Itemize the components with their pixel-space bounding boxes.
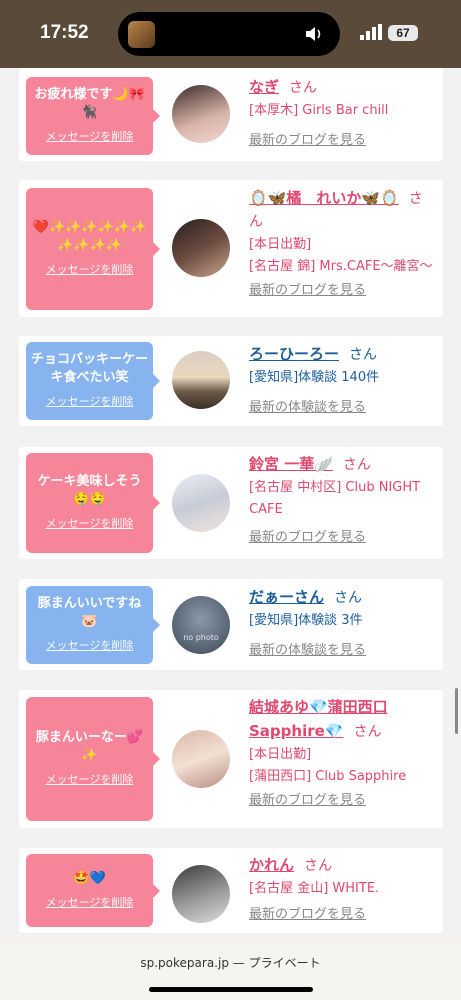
user-name[interactable]: ろーひーろー xyxy=(249,345,339,363)
list-item: チョコバッキーケーキ食べたい笑 メッセージを削除 ろーひーろー さん [愛知県]体… xyxy=(19,336,443,426)
review-count: [愛知県]体験談 3件 xyxy=(249,613,363,628)
avatar[interactable]: no photo xyxy=(172,596,230,654)
message-text: チョコバッキーケーキ食べたい笑 xyxy=(30,352,148,385)
signal-icon xyxy=(360,24,382,40)
no-photo-label: no photo xyxy=(183,633,219,642)
latest-blog-link[interactable]: 最新のブログを見る xyxy=(249,130,435,152)
message-bubble: 🤩💙 メッセージを削除 xyxy=(26,854,160,927)
honorific: さん xyxy=(342,457,371,473)
avatar[interactable] xyxy=(172,730,230,788)
latest-blog-link[interactable]: 最新のブログを見る xyxy=(249,280,435,302)
shop-info: [名古屋 錦] Mrs.CAFE～離宮～ xyxy=(249,259,433,274)
delete-message-link[interactable]: メッセージを削除 xyxy=(46,515,134,533)
delete-message-link[interactable]: メッセージを削除 xyxy=(46,894,134,912)
shop-info: [名古屋 中村区] Club NIGHT CAFE xyxy=(249,480,421,517)
volume-icon xyxy=(306,27,321,41)
latest-review-link[interactable]: 最新の体験談を見る xyxy=(249,640,435,662)
message-text: 豚まんいーなー💕✨ xyxy=(35,730,144,763)
honorific: さん xyxy=(289,80,318,96)
user-info: だぁーさん さん [愛知県]体験談 3件 最新の体験談を見る xyxy=(249,586,435,662)
delete-message-link[interactable]: メッセージを削除 xyxy=(46,393,134,411)
shop-info: [本厚木] Girls Bar chill xyxy=(249,103,389,118)
url-text: sp.pokepara.jp — プライベート xyxy=(0,954,461,971)
message-text: お疲れ様です🌙🎀🐈‍⬛ xyxy=(34,87,145,120)
message-bubble: ❤️✨✨✨✨✨✨✨✨✨✨ メッセージを削除 xyxy=(26,188,160,310)
message-text: ケーキ美味しそう🤤🤤 xyxy=(37,474,142,507)
message-bubble: お疲れ様です🌙🎀🐈‍⬛ メッセージを削除 xyxy=(26,77,160,155)
list-item: 豚まんいーなー💕✨ メッセージを削除 結城あゆ💎蒲田西口Sapphire💎 さん … xyxy=(19,690,443,828)
honorific: さん xyxy=(334,590,363,606)
browser-address-bar[interactable]: sp.pokepara.jp — プライベート xyxy=(0,940,461,1000)
delete-message-link[interactable]: メッセージを削除 xyxy=(46,261,134,279)
user-info: 結城あゆ💎蒲田西口Sapphire💎 さん [本日出勤] [蒲田西口] Club … xyxy=(249,696,435,812)
avatar[interactable] xyxy=(172,351,230,409)
domain: sp.pokepara.jp xyxy=(140,956,229,970)
avatar[interactable] xyxy=(172,85,230,143)
message-text: 豚まんいいですね🐷 xyxy=(37,596,142,629)
status-bar: 17:52 67 xyxy=(0,0,461,68)
delete-message-link[interactable]: メッセージを削除 xyxy=(46,637,134,655)
shop-info: [蒲田西口] Club Sapphire xyxy=(249,769,407,784)
user-name[interactable]: 鈴宮 一華🪽 xyxy=(249,455,333,473)
message-text: ❤️✨✨✨✨✨✨✨✨✨✨ xyxy=(32,220,147,253)
shop-info: [名古屋 金山] WHITE. xyxy=(249,881,380,896)
latest-blog-link[interactable]: 最新のブログを見る xyxy=(249,904,435,926)
battery-icon: 67 xyxy=(388,25,418,41)
private-mode-label: プライベート xyxy=(248,956,321,970)
now-playing-thumbnail xyxy=(128,21,155,48)
user-info: なぎ さん [本厚木] Girls Bar chill 最新のブログを見る xyxy=(249,76,435,152)
user-info: 鈴宮 一華🪽 さん [名古屋 中村区] Club NIGHT CAFE 最新のブロ… xyxy=(249,453,435,549)
user-name[interactable]: かれん xyxy=(249,856,294,874)
honorific: さん xyxy=(304,858,333,874)
review-count: [愛知県]体験談 140件 xyxy=(249,370,380,385)
user-name[interactable]: なぎ xyxy=(249,78,279,96)
list-item: 豚まんいいですね🐷 メッセージを削除 no photo だぁーさん さん [愛知県… xyxy=(19,579,443,670)
user-info: 🪞🦋橘 れいか🦋🪞 さん [本日出勤] [名古屋 錦] Mrs.CAFE～離宮～ … xyxy=(249,187,435,302)
avatar[interactable] xyxy=(172,865,230,923)
latest-blog-link[interactable]: 最新のブログを見る xyxy=(249,527,435,549)
avatar[interactable] xyxy=(172,219,230,277)
delete-message-link[interactable]: メッセージを削除 xyxy=(46,128,134,146)
message-bubble: ケーキ美味しそう🤤🤤 メッセージを削除 xyxy=(26,453,160,553)
avatar[interactable] xyxy=(172,474,230,532)
user-info: かれん さん [名古屋 金山] WHITE. 最新のブログを見る xyxy=(249,854,435,926)
user-name[interactable]: 🪞🦋橘 れいか🦋🪞 xyxy=(249,189,399,207)
honorific: さん xyxy=(349,347,378,363)
user-name[interactable]: だぁーさん xyxy=(249,588,324,606)
delete-message-link[interactable]: メッセージを削除 xyxy=(46,771,134,789)
home-indicator[interactable] xyxy=(149,987,313,992)
scrollbar[interactable] xyxy=(455,688,458,734)
latest-blog-link[interactable]: 最新のブログを見る xyxy=(249,790,435,812)
list-item: ❤️✨✨✨✨✨✨✨✨✨✨ メッセージを削除 🪞🦋橘 れいか🦋🪞 さん [本日出勤]… xyxy=(19,180,443,317)
message-bubble: チョコバッキーケーキ食べたい笑 メッセージを削除 xyxy=(26,342,160,420)
list-item: 🤩💙 メッセージを削除 かれん さん [名古屋 金山] WHITE. 最新のブログ… xyxy=(19,848,443,933)
latest-review-link[interactable]: 最新の体験談を見る xyxy=(249,397,435,419)
user-info: ろーひーろー さん [愛知県]体験談 140件 最新の体験談を見る xyxy=(249,343,435,419)
shop-info: [本日出勤] xyxy=(249,237,312,252)
dynamic-island xyxy=(118,12,340,56)
list-item: お疲れ様です🌙🎀🐈‍⬛ メッセージを削除 なぎ さん [本厚木] Girls Ba… xyxy=(19,68,443,161)
message-bubble: 豚まんいいですね🐷 メッセージを削除 xyxy=(26,586,160,664)
list-item: ケーキ美味しそう🤤🤤 メッセージを削除 鈴宮 一華🪽 さん [名古屋 中村区] C… xyxy=(19,447,443,559)
honorific: さん xyxy=(353,724,382,740)
message-text: 🤩💙 xyxy=(73,870,106,886)
separator: — xyxy=(232,956,245,970)
shop-info: [本日出勤] xyxy=(249,747,312,762)
message-bubble: 豚まんいーなー💕✨ メッセージを削除 xyxy=(26,697,160,821)
status-time: 17:52 xyxy=(40,22,89,43)
